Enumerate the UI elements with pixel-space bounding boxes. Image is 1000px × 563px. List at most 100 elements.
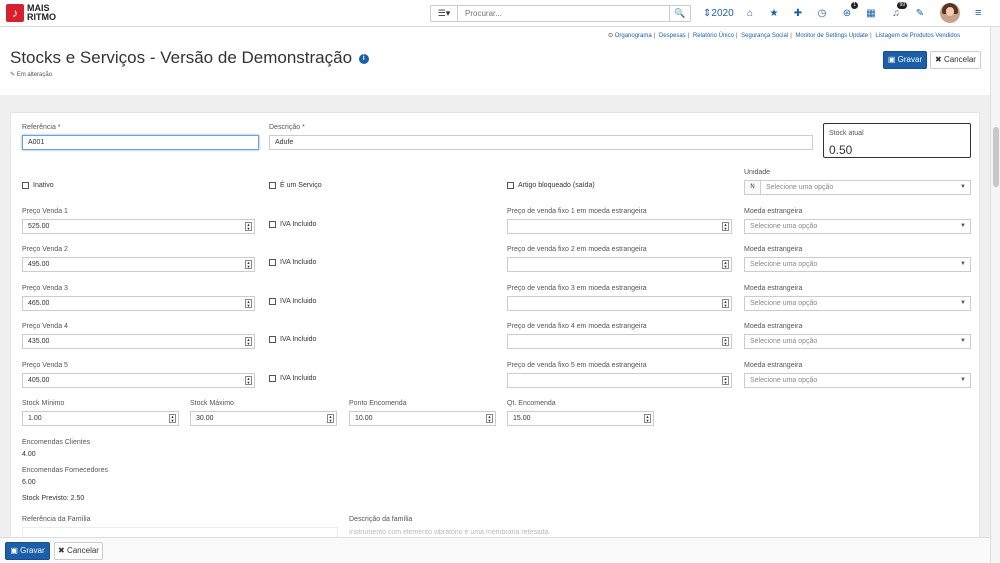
preco-fixo-3-input[interactable]: ▲ ▼ <box>507 296 732 311</box>
preco-fixo-5-input[interactable]: ▲ ▼ <box>507 373 732 388</box>
qt-encomenda-label: Qt. Encomenda <box>507 400 556 407</box>
quick-links: ⊙ Organograma | Despesas | Relatório Único… <box>608 33 961 39</box>
spinner-icon[interactable]: ▲ ▼ <box>722 299 729 308</box>
scrollbar-thumb[interactable] <box>993 127 999 187</box>
plus-icon[interactable]: ✚ <box>792 5 804 22</box>
referencia-input[interactable]: A001 <box>22 135 259 150</box>
spinner-icon[interactable]: ▲ ▼ <box>722 376 729 385</box>
page-scrollbar[interactable] <box>990 27 1000 563</box>
iva-2-checkbox[interactable]: IVA Incluido <box>269 259 316 266</box>
info-icon[interactable]: i <box>358 53 369 64</box>
chevron-down-icon: ▼ <box>960 223 966 229</box>
preco-venda-3-input[interactable]: 465.00 ▲ ▼ <box>22 296 255 311</box>
spinner-icon[interactable]: ▲ ▼ <box>644 414 651 423</box>
form-card: Referência * A001 Descrição * Adufe Stoc… <box>10 112 980 563</box>
stock-minimo-label: Stock Mínimo <box>22 400 65 407</box>
moeda-3-select[interactable]: Selecione uma opção ▼ <box>744 296 971 311</box>
link-relatorio-unico[interactable]: Relatório Único <box>693 33 734 39</box>
referencia-label: Referência * <box>22 124 61 131</box>
servico-checkbox[interactable]: É um Serviço <box>269 182 322 189</box>
stock-previsto: Stock Previsto: 2.50 <box>22 495 85 502</box>
year-selector[interactable]: ⇕2020 <box>703 5 734 22</box>
preco-venda-5-input[interactable]: 405.00 ▲ ▼ <box>22 373 255 388</box>
tags-icon[interactable]: ⊛ 1 <box>841 2 858 22</box>
chevron-down-icon: ▼ <box>960 300 966 306</box>
chevron-down-icon: ▼ <box>960 261 966 267</box>
stock-atual-label: Stock atual <box>829 130 864 137</box>
preco-venda-4-input[interactable]: 435.00 ▲ ▼ <box>22 334 255 349</box>
wrench-icon[interactable]: ✎ <box>914 5 926 22</box>
unidade-label: Unidade <box>744 169 771 176</box>
spinner-icon[interactable]: ▲ ▼ <box>245 222 252 231</box>
close-icon: ✖ <box>935 55 942 64</box>
tags-badge: 1 <box>851 2 858 9</box>
ponto-encomenda-label: Ponto Encomenda <box>349 400 407 407</box>
spinner-icon[interactable]: ▲ ▼ <box>722 260 729 269</box>
star-icon[interactable]: ★ <box>768 5 780 22</box>
stock-maximo-label: Stock Máximo <box>190 400 234 407</box>
user-avatar[interactable] <box>940 3 960 23</box>
save-button-top[interactable]: ▣ Gravar <box>883 51 927 69</box>
iva-1-checkbox[interactable]: IVA Incluido <box>269 221 316 228</box>
search-icon[interactable]: 🔍 <box>669 5 691 22</box>
preco-venda-2-input[interactable]: 495.00 ▲ ▼ <box>22 257 255 272</box>
spinner-icon[interactable]: ▲ ▼ <box>327 414 334 423</box>
home-icon[interactable]: ⌂ <box>744 5 756 22</box>
preco-venda-1-input[interactable]: 525.00 ▲ ▼ <box>22 219 255 234</box>
link-seguranca-social[interactable]: Segurança Social <box>741 33 788 39</box>
brand-logo[interactable]: ♪ MAIS RITMO <box>6 4 67 22</box>
link-monitor-settings[interactable]: Monitor de Settings Update <box>795 33 868 39</box>
iva-3-checkbox[interactable]: IVA Incluido <box>269 298 316 305</box>
hamburger-menu-icon[interactable]: ≡ <box>975 5 987 22</box>
spinner-icon[interactable]: ▲ ▼ <box>245 337 252 346</box>
clock-icon[interactable]: ◷ <box>816 5 828 22</box>
unidade-select[interactable]: N Selecione uma opção ▼ <box>744 180 971 195</box>
stock-maximo-input[interactable]: 30.00 ▲ ▼ <box>190 411 337 426</box>
spinner-icon[interactable]: ▲ ▼ <box>245 376 252 385</box>
encomendas-fornecedores-label: Encomendas Fornecedores <box>22 467 108 474</box>
bell-icon[interactable]: ♫ 99 <box>890 2 907 22</box>
preco-fixo-2-input[interactable]: ▲ ▼ <box>507 257 732 272</box>
ponto-encomenda-input[interactable]: 10.00 ▲ ▼ <box>349 411 496 426</box>
spinner-icon[interactable]: ▲ ▼ <box>722 337 729 346</box>
iva-5-checkbox[interactable]: IVA Incluido <box>269 375 316 382</box>
moeda-2-select[interactable]: Selecione uma opção ▼ <box>744 257 971 272</box>
save-icon: ▣ <box>10 546 18 555</box>
save-button-bottom[interactable]: ▣ Gravar <box>5 542 50 560</box>
preco-fixo-1-input[interactable]: ▲ ▼ <box>507 219 732 234</box>
notifications-badge: 99 <box>897 2 907 9</box>
link-organograma[interactable]: Organograma <box>615 33 652 39</box>
chevron-down-icon: ▼ <box>960 338 966 344</box>
spinner-icon[interactable]: ▲ ▼ <box>245 299 252 308</box>
spinner-icon[interactable]: ▲ ▼ <box>169 414 176 423</box>
moeda-5-select[interactable]: Selecione uma opção ▼ <box>744 373 971 388</box>
cancel-button-bottom[interactable]: ✖ Cancelar <box>54 542 103 560</box>
spinner-icon[interactable]: ▲ ▼ <box>486 414 493 423</box>
circle-icon: ⊙ <box>608 33 614 39</box>
stock-minimo-input[interactable]: 1.00 ▲ ▼ <box>22 411 179 426</box>
desc-familia-label: Descrição da família <box>349 516 413 523</box>
moeda-1-select[interactable]: Selecione uma opção ▼ <box>744 219 971 234</box>
spinner-icon[interactable]: ▲ ▼ <box>245 260 252 269</box>
cancel-button-top[interactable]: ✖ Cancelar <box>930 51 981 69</box>
ref-familia-label: Referência da Família <box>22 516 91 523</box>
moeda-4-select[interactable]: Selecione uma opção ▼ <box>744 334 971 349</box>
link-despesas[interactable]: Despesas <box>659 33 686 39</box>
stock-atual-box: Stock atual 0.50 <box>823 123 971 158</box>
link-listagem-produtos[interactable]: Listagem de Produtos Vendidos <box>875 33 960 39</box>
spinner-icon[interactable]: ▲ ▼ <box>722 222 729 231</box>
inativo-checkbox[interactable]: Inativo <box>22 182 54 189</box>
chevron-down-icon: ▼ <box>960 184 966 190</box>
chevron-down-icon: ▼ <box>960 377 966 383</box>
search-input[interactable] <box>458 5 670 22</box>
encomendas-fornecedores-value: 6.00 <box>22 479 36 486</box>
edit-status: ✎ Em alteração <box>10 72 53 78</box>
list-menu-icon[interactable]: ☰▾ <box>430 5 458 22</box>
iva-4-checkbox[interactable]: IVA Incluido <box>269 336 316 343</box>
bloqueado-checkbox[interactable]: Artigo bloqueado (saída) <box>507 182 595 189</box>
preco-fixo-4-input[interactable]: ▲ ▼ <box>507 334 732 349</box>
calendar-icon[interactable]: ▦ <box>865 5 877 22</box>
stock-atual-value: 0.50 <box>829 143 853 157</box>
descricao-input[interactable]: Adufe <box>269 135 813 150</box>
qt-encomenda-input[interactable]: 15.00 ▲ ▼ <box>507 411 654 426</box>
